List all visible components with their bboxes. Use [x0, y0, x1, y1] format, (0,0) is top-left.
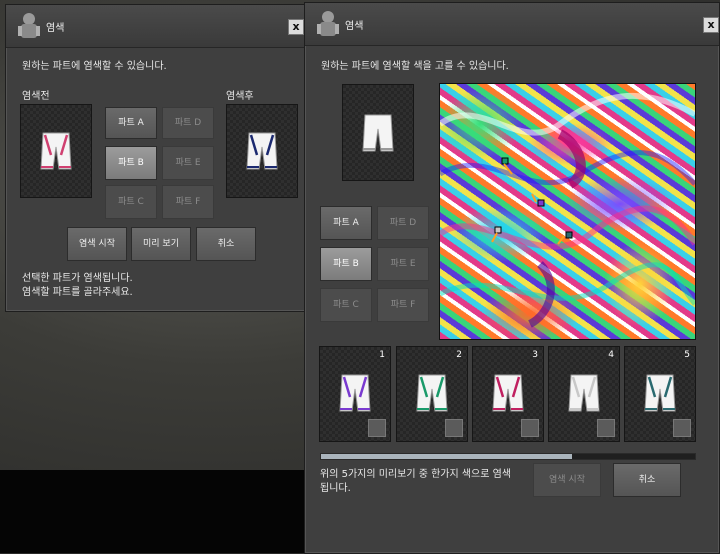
title-bar[interactable]: 염색 x [305, 3, 719, 46]
status-line-1: 선택한 파트가 염색됩니다. [22, 273, 133, 284]
pants-before-icon [40, 132, 72, 170]
part-e-button[interactable]: 파트 E [377, 247, 429, 281]
color-markers [491, 157, 573, 245]
status-line-2: 염색할 파트를 골라주세요. [22, 287, 133, 298]
pants-preview-icon [416, 374, 448, 412]
preview-number: 4 [608, 350, 614, 360]
guild-emblem-icon [18, 13, 40, 38]
part-c-button[interactable]: 파트 C [105, 185, 157, 219]
preview-select-button[interactable] [445, 419, 463, 437]
item-slot [342, 84, 414, 181]
item-before-slot [20, 104, 92, 198]
part-e-button[interactable]: 파트 E [162, 146, 214, 180]
preview-slot-1[interactable]: 1 [319, 346, 391, 442]
footer-line-1: 위의 5가지의 미리보기 중 한가지 색으로 염색 [320, 469, 512, 480]
item-after-slot [226, 104, 298, 198]
color-marker-4[interactable] [557, 231, 573, 245]
start-dye-button[interactable]: 염색 시작 [533, 463, 601, 497]
close-button[interactable]: x [703, 17, 719, 33]
preview-number: 3 [532, 350, 538, 360]
preview-slot-3[interactable]: 3 [472, 346, 544, 442]
pants-after-icon [246, 132, 278, 170]
footer-line-2: 됩니다. [320, 483, 351, 494]
progress-fill [321, 454, 572, 459]
cancel-button[interactable]: 취소 [613, 463, 681, 497]
preview-number: 1 [379, 350, 385, 360]
pants-preview-icon [568, 374, 600, 412]
window-title: 염색 [46, 23, 65, 34]
preview-number: 2 [456, 350, 462, 360]
instruction-text: 원하는 파트에 염색할 수 있습니다. [22, 61, 167, 72]
pants-preview-icon [644, 374, 676, 412]
after-label: 염색후 [226, 91, 254, 102]
preview-select-button[interactable] [368, 419, 386, 437]
part-d-button[interactable]: 파트 D [377, 206, 429, 240]
preview-slot-5[interactable]: 5 [624, 346, 696, 442]
pants-preview-icon [492, 374, 524, 412]
part-b-button[interactable]: 파트 B [105, 146, 157, 180]
part-f-button[interactable]: 파트 F [377, 288, 429, 322]
preview-slot-4[interactable]: 4 [548, 346, 620, 442]
preview-slot-2[interactable]: 2 [396, 346, 468, 442]
part-a-button[interactable]: 파트 A [320, 206, 372, 240]
color-palette[interactable] [439, 83, 696, 340]
before-label: 염색전 [22, 91, 50, 102]
preview-select-button[interactable] [521, 419, 539, 437]
guild-emblem-icon [317, 11, 339, 36]
color-marker-3[interactable] [491, 226, 502, 243]
color-marker-2[interactable] [531, 193, 545, 207]
title-bar[interactable]: 염색 x [6, 5, 305, 48]
dye-window-simple: 염색 x 원하는 파트에 염색할 수 있습니다. 염색전 염색후 파트 A 파트… [5, 4, 306, 312]
part-a-button[interactable]: 파트 A [105, 107, 157, 139]
pants-preview-icon [339, 374, 371, 412]
part-c-button[interactable]: 파트 C [320, 288, 372, 322]
part-b-button[interactable]: 파트 B [320, 247, 372, 281]
window-title: 염색 [345, 21, 364, 32]
preview-button[interactable]: 미리 보기 [131, 227, 191, 261]
preview-select-button[interactable] [673, 419, 691, 437]
close-button[interactable]: x [288, 19, 304, 35]
instruction-text: 원하는 파트에 염색할 색을 고를 수 있습니다. [321, 61, 509, 72]
part-d-button[interactable]: 파트 D [162, 107, 214, 139]
pants-icon [362, 114, 394, 152]
preview-select-button[interactable] [597, 419, 615, 437]
preview-number: 5 [684, 350, 690, 360]
start-dye-button[interactable]: 염색 시작 [67, 227, 127, 261]
cancel-button[interactable]: 취소 [196, 227, 256, 261]
color-marker-1[interactable] [501, 157, 513, 175]
part-f-button[interactable]: 파트 F [162, 185, 214, 219]
dye-progress-bar [320, 453, 696, 460]
